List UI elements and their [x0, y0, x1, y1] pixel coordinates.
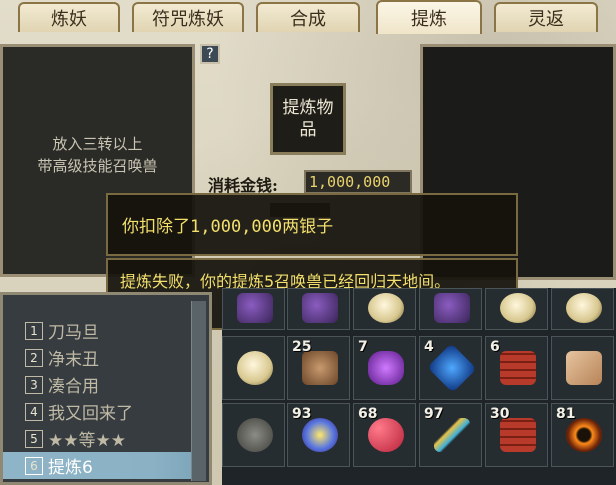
item-count: 81: [556, 406, 576, 422]
tab-bar: 炼妖 符咒炼妖 合成 提炼 灵返: [0, 0, 616, 36]
golden-feather-icon: [434, 418, 470, 452]
item-count: 97: [424, 406, 444, 422]
item-count: 7: [358, 339, 368, 355]
list-index: 5: [25, 429, 43, 448]
item-count: 68: [358, 406, 378, 422]
lantern-icon: [500, 293, 536, 323]
inventory-slot[interactable]: [222, 403, 285, 467]
list-item[interactable]: 1 刀马旦: [3, 317, 191, 344]
red-brick-icon: [500, 418, 536, 452]
inventory-slot[interactable]: [485, 288, 548, 330]
brown-hide-icon: [302, 351, 338, 385]
drop-slot-hint: 放入三转以上 带高级技能召唤兽: [3, 133, 192, 177]
paper-scroll-icon: [566, 351, 602, 385]
item-count: 6: [490, 339, 500, 355]
inventory-slot[interactable]: [222, 288, 285, 330]
item-count: 4: [424, 339, 434, 355]
hint-line-1: 放入三转以上: [52, 135, 143, 153]
inventory-slot[interactable]: [222, 336, 285, 400]
cost-value: 1,000,000: [304, 170, 412, 194]
pet-name: 凑合用: [48, 377, 99, 397]
fire-ring-icon: [566, 418, 602, 452]
inventory-slot[interactable]: 93: [287, 403, 350, 467]
inventory-slot[interactable]: 25: [287, 336, 350, 400]
list-index: 4: [25, 402, 43, 421]
tab-synthesize[interactable]: 合成: [256, 2, 360, 32]
refine-button[interactable]: 提炼物品: [270, 83, 346, 155]
stone-pile-icon: [237, 418, 273, 452]
list-item-selected[interactable]: 6 提炼6: [3, 452, 191, 479]
tab-refine-demon[interactable]: 炼妖: [18, 2, 120, 32]
hint-line-2: 带高级技能召唤兽: [37, 157, 158, 175]
purple-feather-icon: [302, 293, 338, 323]
inventory-grid: 25 7 4 6 93 68 97 30 81: [222, 288, 616, 485]
message-deduct: 你扣除了1,000,000两银子: [106, 193, 518, 256]
pet-name: 我又回来了: [48, 404, 133, 424]
inventory-slot[interactable]: [551, 288, 614, 330]
list-index: 1: [25, 321, 43, 340]
inventory-slot[interactable]: [551, 336, 614, 400]
list-item[interactable]: 3 凑合用: [3, 371, 191, 398]
inventory-slot[interactable]: 81: [551, 403, 614, 467]
purple-feather-icon: [237, 293, 273, 323]
lantern-icon: [566, 293, 602, 323]
item-count: 93: [292, 406, 312, 422]
inventory-slot[interactable]: 30: [485, 403, 548, 467]
pet-name: ★★等★★: [48, 431, 126, 451]
tab-spirit-return[interactable]: 灵返: [494, 2, 598, 32]
inventory-slot[interactable]: 6: [485, 336, 548, 400]
red-beads-icon: [368, 418, 404, 452]
help-button[interactable]: ?: [200, 44, 220, 64]
tab-extract[interactable]: 提炼: [376, 0, 482, 34]
inventory-slot[interactable]: 7: [353, 336, 416, 400]
lantern-icon: [237, 351, 273, 385]
pet-name: 提炼6: [48, 458, 93, 478]
list-index: 3: [25, 375, 43, 394]
pet-name: 净末丑: [48, 350, 99, 370]
inventory-slot[interactable]: [419, 288, 482, 330]
item-count: 30: [490, 406, 510, 422]
purple-crystal-icon: [368, 351, 404, 385]
blue-gem-icon: [427, 343, 477, 393]
item-count: 25: [292, 339, 312, 355]
magic-orb-icon: [302, 418, 338, 452]
list-scrollbar[interactable]: [191, 301, 206, 481]
inventory-slot[interactable]: 97: [419, 403, 482, 467]
pet-name: 刀马旦: [48, 323, 99, 343]
tab-charm-refine[interactable]: 符咒炼妖: [132, 2, 244, 32]
pet-list: 1 刀马旦 2 净末丑 3 凑合用 4 我又回来了 5 ★★等★★ 6 提炼6: [0, 292, 212, 485]
inventory-slot[interactable]: [287, 288, 350, 330]
list-index: 2: [25, 348, 43, 367]
lantern-icon: [368, 293, 404, 323]
list-index: 6: [25, 456, 43, 475]
list-item[interactable]: 5 ★★等★★: [3, 425, 191, 452]
inventory-slot[interactable]: 68: [353, 403, 416, 467]
purple-feather-icon: [434, 293, 470, 323]
list-item[interactable]: 2 净末丑: [3, 344, 191, 371]
list-item[interactable]: 4 我又回来了: [3, 398, 191, 425]
inventory-slot[interactable]: 4: [419, 336, 482, 400]
red-brick-icon: [500, 351, 536, 385]
inventory-slot[interactable]: [353, 288, 416, 330]
